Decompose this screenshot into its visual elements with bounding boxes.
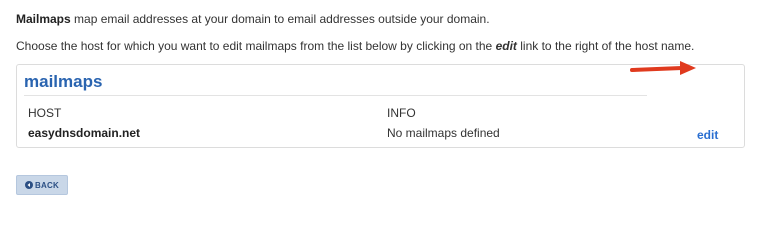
host-name-cell: easydnsdomain.net <box>28 126 141 140</box>
mailmaps-page: Mailmaps map email addresses at your dom… <box>0 0 768 212</box>
instructions-emphasis: edit <box>495 39 517 53</box>
column-header-host: HOST <box>28 106 62 120</box>
back-button-label: BACK <box>35 180 59 190</box>
back-circle-icon <box>25 181 34 189</box>
column-header-info: INFO <box>387 106 416 120</box>
instructions-before: Choose the host for which you want to ed… <box>16 39 496 53</box>
edit-link[interactable]: edit <box>697 127 718 143</box>
instructions-after: link to the right of the host name. <box>516 39 695 53</box>
instructions-text: Choose the host for which you want to ed… <box>16 38 694 54</box>
panel-divider <box>24 95 647 96</box>
panel-title: mailmaps <box>24 72 103 91</box>
back-button[interactable]: BACK <box>16 175 68 195</box>
intro-sentence: map email addresses at your domain to em… <box>70 12 490 26</box>
intro-bold-term: Mailmaps <box>16 12 71 26</box>
info-cell: No mailmaps defined <box>387 126 500 140</box>
annotation-arrow-icon <box>630 61 696 75</box>
intro-text: Mailmaps map email addresses at your dom… <box>16 11 490 27</box>
